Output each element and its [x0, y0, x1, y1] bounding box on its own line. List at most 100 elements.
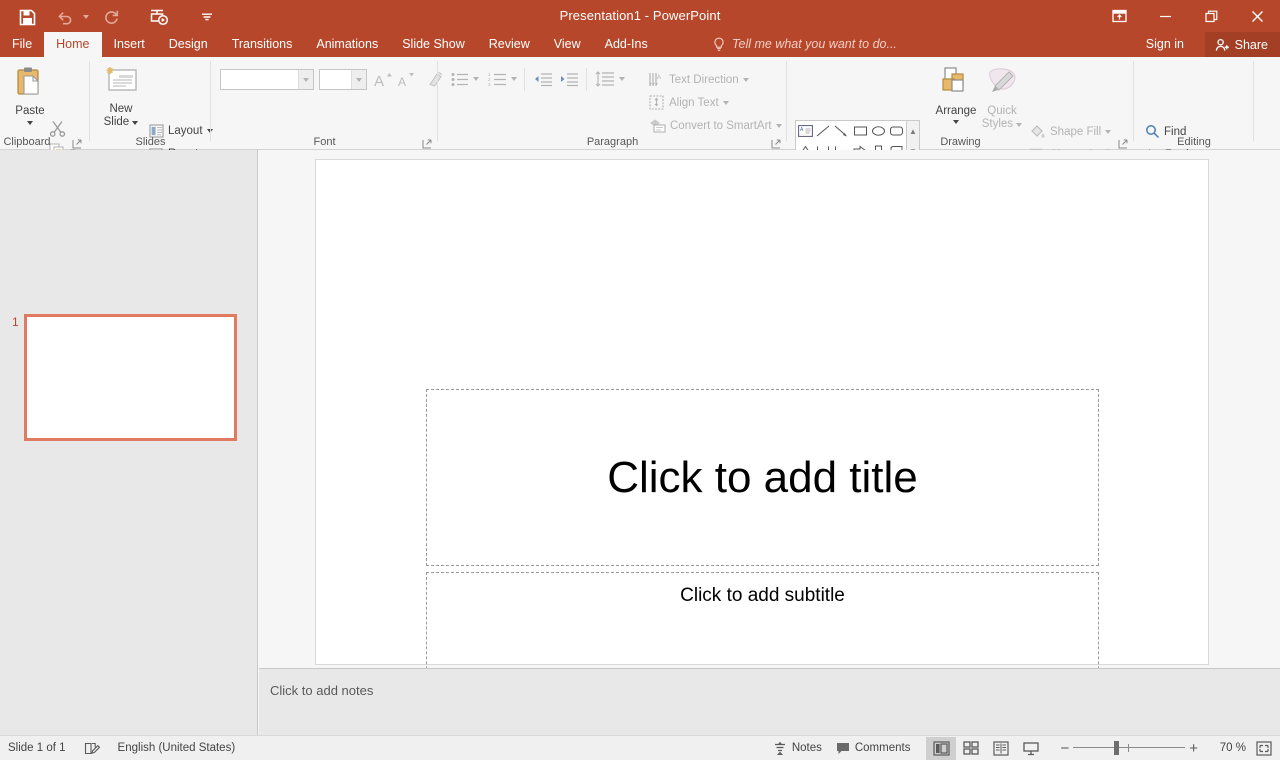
quick-styles-label-line2: Styles — [981, 118, 1014, 130]
increase-indent-button[interactable] — [556, 68, 580, 90]
tab-design[interactable]: Design — [157, 32, 220, 57]
shape-arrow[interactable] — [833, 121, 851, 141]
bullets-dropdown-icon[interactable] — [470, 68, 482, 90]
shapes-gallery-scroll-up-icon[interactable]: ▲ — [907, 121, 919, 141]
normal-view-icon — [933, 740, 950, 756]
title-placeholder[interactable]: Click to add title — [426, 389, 1099, 566]
decrease-indent-button[interactable] — [530, 68, 554, 90]
slide-show-view-button[interactable] — [1016, 737, 1046, 760]
font-size-combo[interactable] — [319, 69, 367, 90]
tab-insert[interactable]: Insert — [102, 32, 157, 57]
tab-home[interactable]: Home — [44, 32, 102, 57]
slide-thumbnail-number: 1 — [12, 315, 19, 329]
close-icon[interactable] — [1234, 0, 1280, 32]
start-from-beginning-icon[interactable] — [144, 3, 174, 31]
tab-review[interactable]: Review — [477, 32, 542, 57]
shape-fill-dropdown-icon[interactable] — [1105, 129, 1112, 134]
paste-dropdown-icon[interactable] — [27, 121, 33, 125]
align-text-icon — [649, 95, 664, 110]
paste-label: Paste — [15, 105, 45, 117]
slide-sorter-view-button[interactable] — [956, 737, 986, 760]
zoom-in-button[interactable]: + — [1189, 740, 1198, 757]
increase-font-size-button[interactable]: A — [371, 68, 395, 91]
undo-dropdown-icon[interactable] — [80, 3, 92, 31]
shape-oval[interactable] — [869, 121, 887, 141]
slide-canvas[interactable]: Click to add title Click to add subtitle — [315, 159, 1209, 699]
slide-count[interactable]: Slide 1 of 1 — [8, 742, 66, 754]
comment-icon — [836, 742, 849, 754]
language-status[interactable]: English (United States) — [118, 742, 236, 754]
zoom-out-button[interactable]: − — [1060, 740, 1069, 757]
customize-quick-access-toolbar-icon[interactable] — [192, 3, 222, 31]
fit-to-window-button[interactable] — [1256, 740, 1272, 756]
redo-icon[interactable] — [96, 3, 126, 31]
ribbon-display-options-icon[interactable] — [1096, 0, 1142, 32]
arrange-dropdown-icon[interactable] — [953, 120, 959, 124]
align-text-button[interactable]: Align Text — [646, 91, 732, 114]
font-size-dropdown-icon[interactable] — [351, 70, 366, 89]
spell-check-icon[interactable] — [84, 741, 100, 756]
tab-transitions[interactable]: Transitions — [220, 32, 305, 57]
new-slide-button[interactable]: New Slide — [93, 62, 149, 129]
shape-line[interactable] — [814, 121, 832, 141]
undo-icon[interactable] — [50, 3, 80, 31]
quick-access-toolbar — [0, 0, 222, 32]
notes-pane[interactable]: Click to add notes — [259, 668, 1280, 735]
share-button[interactable]: Share — [1204, 32, 1280, 57]
font-name-combo[interactable] — [220, 69, 314, 90]
line-spacing-dropdown-icon[interactable] — [616, 68, 628, 90]
quick-styles-dropdown-icon[interactable] — [1016, 123, 1023, 127]
slide-thumbnail-1[interactable] — [24, 314, 237, 441]
bullets-button[interactable] — [448, 68, 470, 90]
cut-icon — [49, 120, 65, 137]
slide-editing-stage: Click to add title Click to add subtitle — [259, 150, 1280, 699]
increase-indent-icon — [560, 72, 578, 86]
convert-to-smartart-button[interactable]: Convert to SmartArt — [646, 114, 785, 137]
status-bar: Slide 1 of 1 English (United States) Not… — [0, 735, 1280, 760]
tab-slide-show[interactable]: Slide Show — [390, 32, 477, 57]
line-spacing-button[interactable] — [592, 68, 616, 90]
minimize-icon[interactable] — [1142, 0, 1188, 32]
clipboard-dialog-launcher[interactable] — [72, 136, 83, 149]
convert-to-smartart-dropdown-icon[interactable] — [775, 123, 782, 128]
ribbon-group-clipboard: Paste Clipboard — [0, 57, 90, 180]
new-slide-icon — [104, 66, 138, 101]
quick-styles-button[interactable]: Quick Styles — [980, 62, 1024, 131]
reading-view-button[interactable] — [986, 737, 1016, 760]
save-icon[interactable] — [12, 3, 42, 31]
shape-fill-button[interactable]: Shape Fill — [1026, 120, 1114, 143]
zoom-slider[interactable] — [1073, 740, 1186, 756]
decrease-font-size-button[interactable]: A — [394, 68, 418, 91]
notes-button[interactable]: Notes — [773, 741, 822, 755]
paragraph-dialog-launcher[interactable] — [771, 136, 782, 149]
tab-file[interactable]: File — [0, 32, 45, 57]
tab-view[interactable]: View — [542, 32, 593, 57]
tab-animations[interactable]: Animations — [304, 32, 390, 57]
new-slide-dropdown-icon[interactable] — [132, 121, 139, 125]
tell-me-placeholder: Tell me what you want to do... — [732, 37, 897, 51]
shape-rounded-rectangle[interactable] — [888, 121, 906, 141]
text-direction-dropdown-icon[interactable] — [742, 77, 749, 82]
paste-button[interactable]: Paste — [4, 62, 56, 125]
convert-to-smartart-icon — [650, 119, 666, 133]
normal-view-button[interactable] — [926, 736, 957, 760]
shape-rectangle[interactable] — [851, 121, 869, 141]
font-dialog-launcher[interactable] — [422, 136, 433, 149]
zoom-level[interactable]: 70 % — [1208, 742, 1246, 754]
align-text-dropdown-icon[interactable] — [722, 100, 729, 105]
sign-in-button[interactable]: Sign in — [1138, 32, 1192, 57]
numbering-button[interactable]: 123 — [486, 68, 508, 90]
comments-button[interactable]: Comments — [836, 742, 910, 755]
restore-icon[interactable] — [1188, 0, 1234, 32]
text-direction-button[interactable]: A Text Direction — [646, 68, 752, 91]
shape-text-box[interactable]: A — [796, 121, 814, 141]
numbering-dropdown-icon[interactable] — [508, 68, 520, 90]
font-name-dropdown-icon[interactable] — [298, 70, 313, 89]
tab-add-ins[interactable]: Add-Ins — [593, 32, 660, 57]
shape-fill-label: Shape Fill — [1050, 125, 1102, 138]
tell-me-search[interactable]: Tell me what you want to do... — [712, 32, 897, 57]
decrease-font-size-icon: A — [398, 73, 414, 88]
arrange-button[interactable]: Arrange — [932, 62, 980, 124]
slides-group-label: Slides — [135, 136, 166, 148]
zoom-slider-thumb[interactable] — [1114, 741, 1120, 755]
